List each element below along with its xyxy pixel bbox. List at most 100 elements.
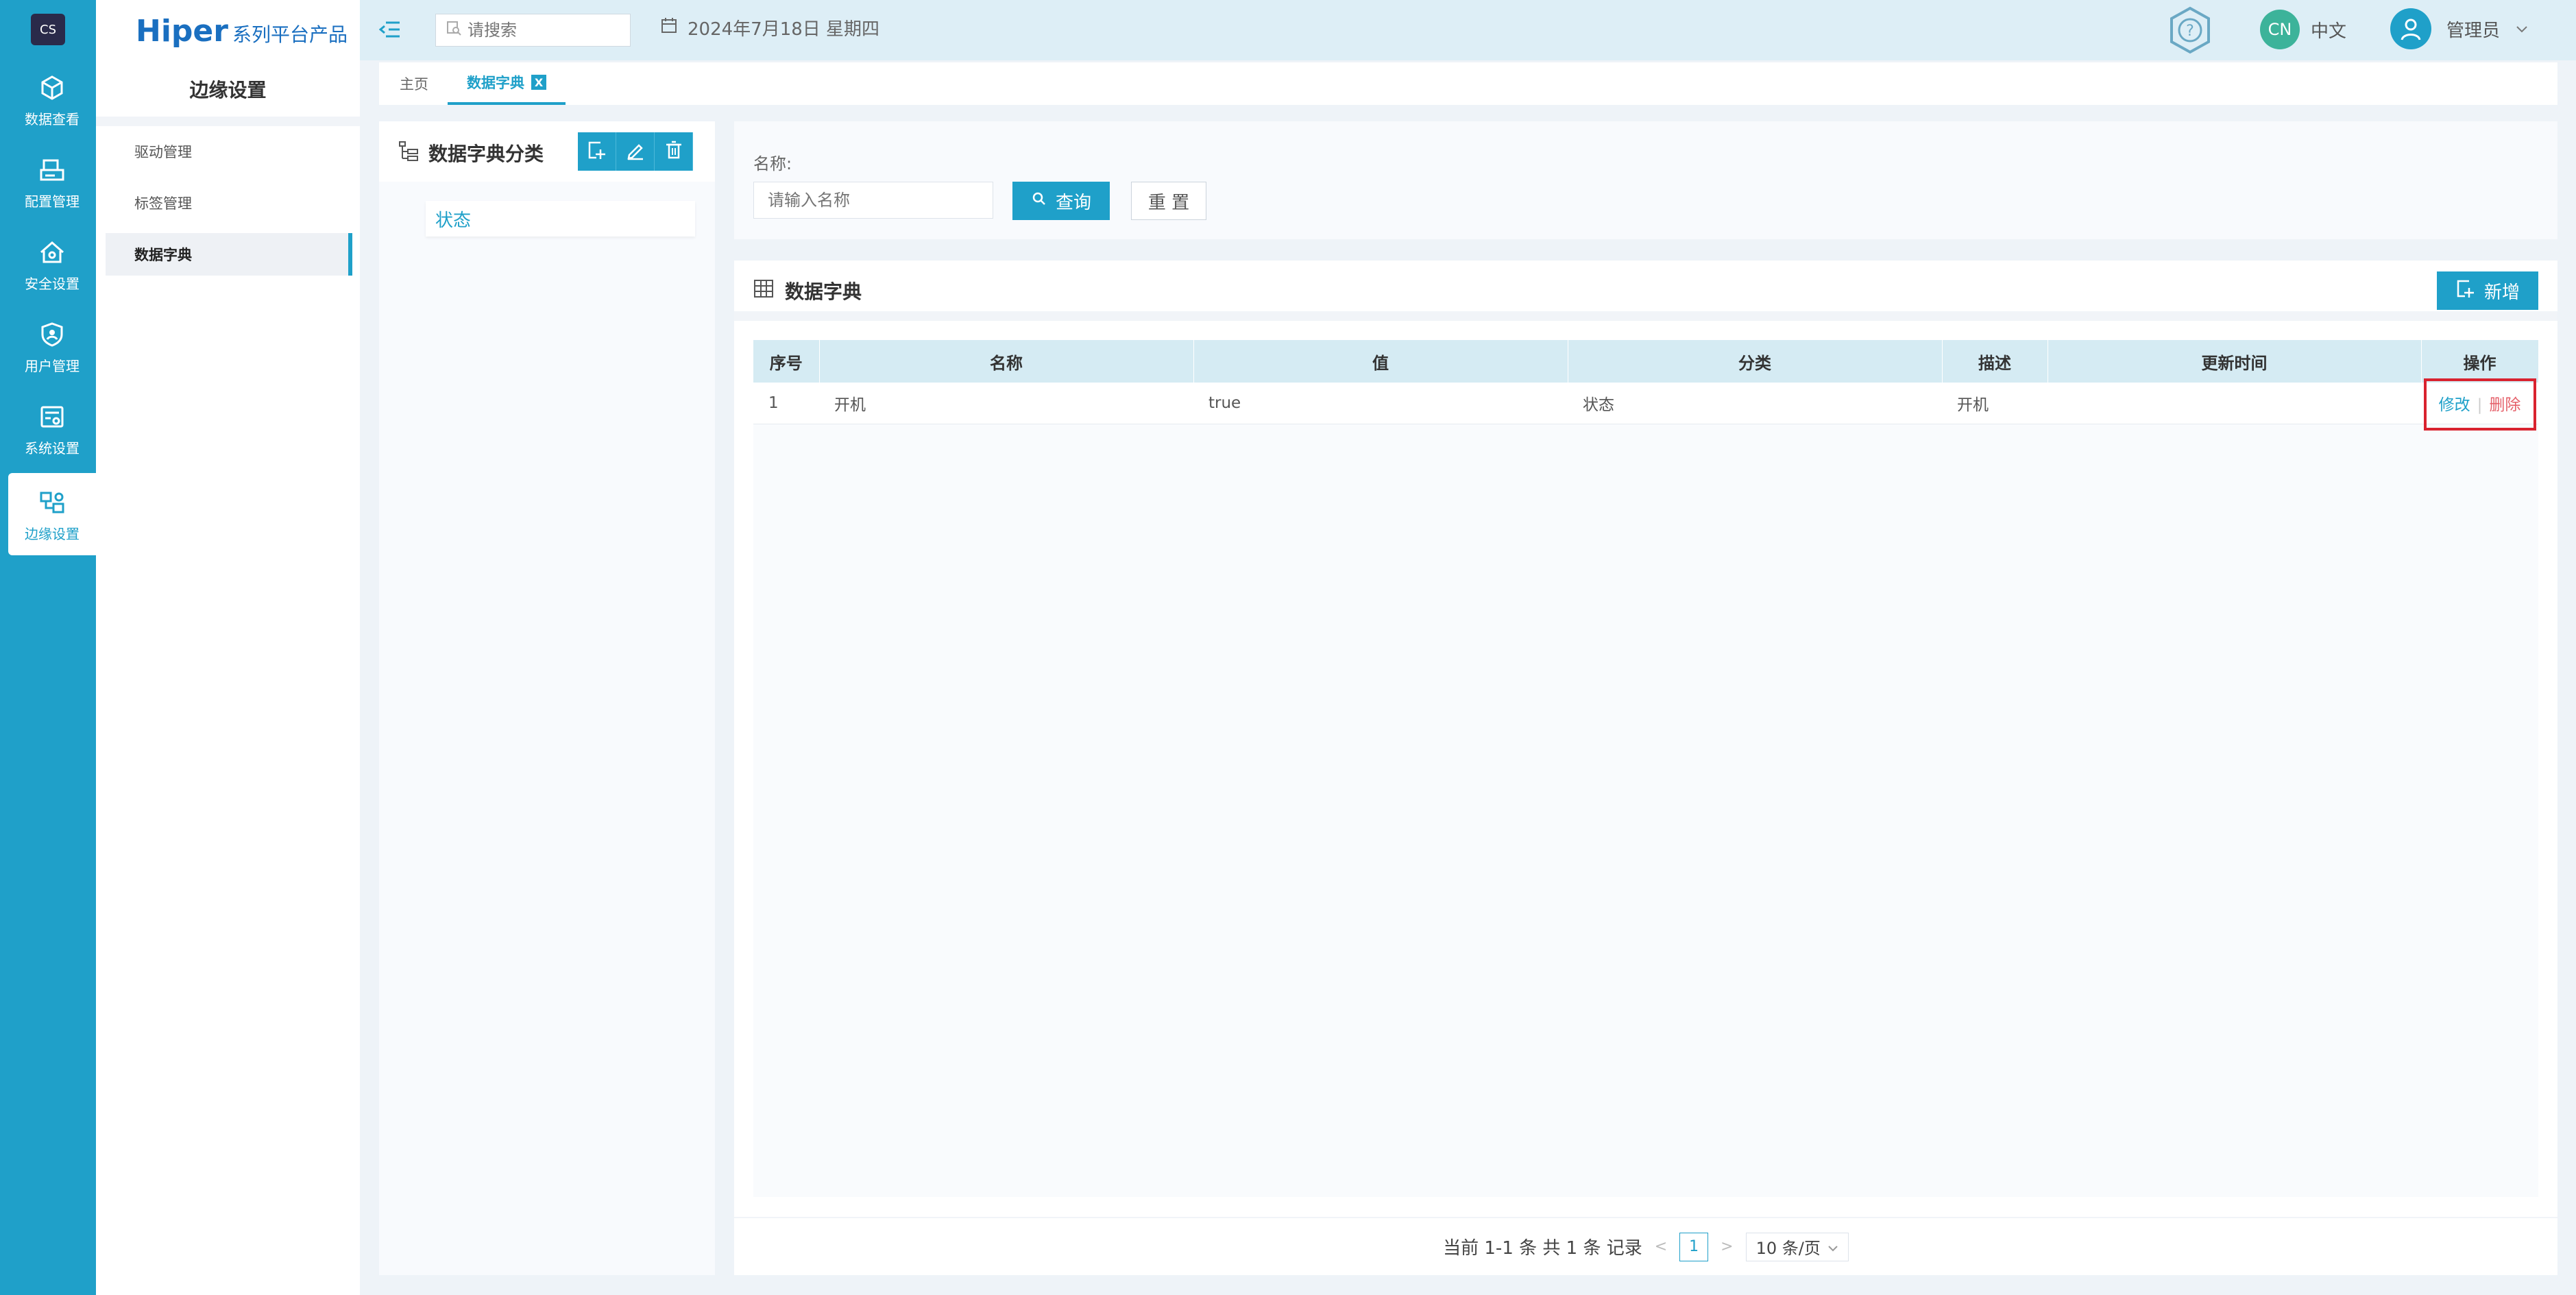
name-input[interactable] [753,182,993,219]
date-display: 2024年7月18日 星期四 [660,15,879,40]
rail-item-system[interactable]: 系统设置 [8,387,96,470]
query-label: 查询 [1055,192,1091,213]
search-input[interactable] [467,21,618,40]
app-logo: CS [31,14,65,45]
category-actions [578,132,693,171]
table-icon [753,279,774,303]
delete-link[interactable]: 删除 [2489,396,2520,414]
column-header[interactable]: 值 [1193,340,1568,383]
data-table: 序号 名称 值 分类 描述 更新时间 操作 1 开机 true 状态 开机 修改… [753,340,2539,431]
action-separator: | [2477,396,2483,414]
add-icon [2455,278,2476,304]
tab-dictionary[interactable]: 数据字典 X [448,62,566,105]
sub-sidebar: Hiper 系列平台产品 边缘设置 驱动管理 标签管理 数据字典 [96,0,360,1295]
page-tabs: 主页 数据字典 X [379,62,2557,105]
column-header[interactable]: 名称 [819,340,1194,383]
sub-item-driver[interactable]: 驱动管理 [106,130,352,173]
reset-button[interactable]: 重 置 [1131,182,1206,220]
page-number[interactable]: 1 [1679,1232,1709,1261]
cell-actions: 修改 | 删除 [2421,378,2538,431]
rail-item-security[interactable]: 安全设置 [8,223,96,305]
user-menu[interactable]: 管理员 [2390,8,2529,49]
next-page-icon[interactable]: > [1721,1238,1733,1255]
top-bar: 2024年7月18日 星期四 ? CN 中文 管理员 [360,0,2576,60]
lang-code-badge: CN [2260,10,2300,49]
column-header[interactable]: 更新时间 [2048,340,2422,383]
cell-updated [2048,383,2421,424]
cell-desc: 开机 [1942,383,2048,424]
edge-network-icon [36,486,69,519]
cell-category: 状态 [1568,383,1942,424]
add-category-button[interactable] [578,132,616,171]
category-panel: 数据字典分类 状态 [379,121,715,1275]
rail-item-label: 边缘设置 [25,525,80,542]
brand-logo: Hiper 系列平台产品 [136,14,348,49]
table-header-row: 序号 名称 值 分类 描述 更新时间 操作 [753,340,2539,383]
edit-category-button[interactable] [616,132,655,171]
edit-link[interactable]: 修改 [2439,396,2470,414]
close-icon[interactable]: X [531,75,546,90]
house-shield-icon [36,236,69,269]
rail-item-label: 系统设置 [25,439,80,457]
add-icon [587,140,607,163]
data-panel-title: 数据字典 [753,277,862,304]
page-size-select[interactable]: 10 条/页 [1745,1232,1849,1261]
rail-item-users[interactable]: 用户管理 [8,305,96,387]
cube-icon [36,71,69,104]
data-table-area: 序号 名称 值 分类 描述 更新时间 操作 1 开机 true 状态 开机 修改… [753,340,2539,1197]
rail-item-config[interactable]: 配置管理 [8,141,96,223]
query-button[interactable]: 查询 [1012,182,1110,220]
prev-page-icon[interactable]: < [1655,1238,1667,1255]
column-header[interactable]: 序号 [753,340,820,383]
edit-icon [625,140,646,163]
trash-icon [664,140,684,163]
table-row[interactable]: 1 开机 true 状态 开机 修改 | 删除 [753,378,2538,431]
language-switch[interactable]: CN 中文 [2260,10,2346,49]
data-dictionary-panel: 数据字典 新增 序号 名称 值 分类 描述 更新时间 操作 1 开机 true … [734,261,2557,1275]
lang-label: 中文 [2311,21,2347,42]
category-header: 数据字典分类 [379,121,715,182]
tree-icon [398,141,419,166]
sub-item-dictionary[interactable]: 数据字典 [106,233,352,276]
column-header[interactable]: 描述 [1942,340,2048,383]
category-title-text: 数据字典分类 [428,143,544,165]
rail-item-label: 数据查看 [25,110,80,128]
tab-label: 数据字典 [467,75,524,91]
tree-item-status[interactable]: 状态 [426,201,695,237]
icon-rail: CS 数据查看 配置管理 安全设置 用户管理 系统设置 边缘设置 [0,0,96,1295]
search-filter-panel: 名称: 查询 重 置 [734,121,2557,239]
tab-home[interactable]: 主页 [400,62,428,105]
help-icon[interactable]: ? [2167,5,2213,55]
rail-item-label: 安全设置 [25,275,80,292]
brand-name: Hiper [136,14,228,49]
column-header[interactable]: 分类 [1568,340,1943,383]
cell-name: 开机 [819,383,1193,424]
system-settings-icon [36,400,69,433]
sub-item-tags[interactable]: 标签管理 [106,182,352,224]
search-icon [1031,191,1047,212]
calendar-icon [660,16,678,39]
svg-text:?: ? [2186,23,2194,40]
printer-config-icon [36,154,69,186]
cell-value: true [1193,383,1568,424]
menu-collapse-icon[interactable] [378,19,401,40]
date-text: 2024年7月18日 星期四 [688,19,880,40]
data-panel-header: 数据字典 新增 [734,261,2557,321]
user-avatar-icon [2390,8,2431,49]
cell-index: 1 [753,383,819,424]
add-button[interactable]: 新增 [2437,271,2538,310]
rail-item-edge[interactable]: 边缘设置 [8,473,96,555]
chevron-down-icon [2515,19,2529,39]
name-label: 名称: [753,154,792,173]
delete-category-button[interactable] [655,132,693,171]
rail-item-data-view[interactable]: 数据查看 [8,58,96,141]
page-size-value: 10 条/页 [1755,1239,1821,1258]
divider [96,117,360,126]
rail-item-label: 用户管理 [25,357,80,374]
data-panel-title-text: 数据字典 [785,280,862,303]
pagination-summary: 当前 1-1 条 共 1 条 记录 [1443,1238,1642,1259]
add-label: 新增 [2483,282,2520,303]
rail-item-label: 配置管理 [25,193,80,210]
chevron-down-icon [1827,1237,1838,1257]
search-icon [446,20,462,40]
